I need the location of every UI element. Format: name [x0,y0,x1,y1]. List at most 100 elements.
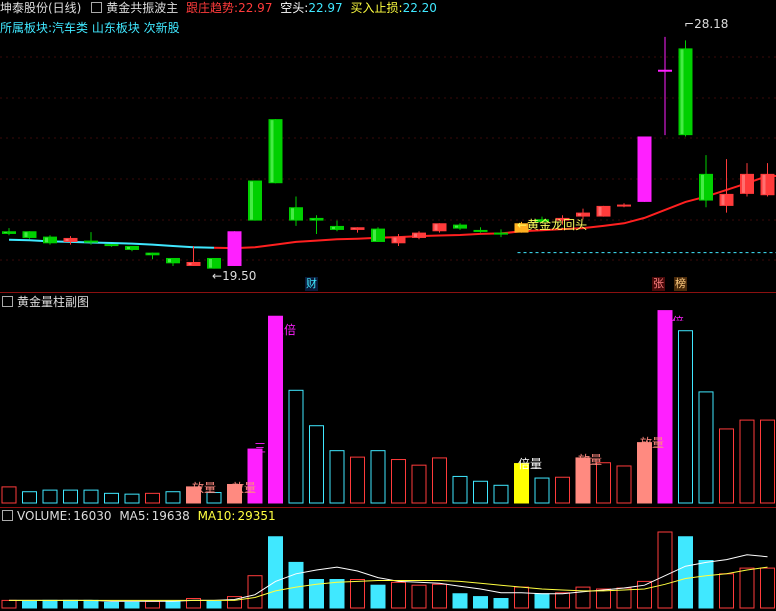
candle-highlight [455,225,458,228]
candle-body [473,229,488,232]
candle-body [637,136,652,202]
volume-bar [350,579,365,609]
candle-highlight [434,224,438,231]
candle-highlight [127,246,130,249]
volume-pane[interactable]: VOLUME: 16030 MA5: 19638 MA10: 29351 [0,507,776,611]
limit-up-marker[interactable]: 张 [652,277,665,291]
volume-bar [63,489,78,504]
volume-bar [698,391,714,504]
callout-label: ←黄金龙回头 [517,218,588,232]
candle-highlight [311,218,315,220]
volume-bar [719,573,734,609]
high-price-value: 28.18 [694,17,729,31]
volume-bar [288,561,304,609]
volume-bar [678,536,693,609]
volume-bar [739,567,755,609]
finance-marker[interactable]: 财 [305,277,318,291]
volume-bar [616,465,632,504]
candle-highlight [209,258,212,268]
candle-body [227,231,242,266]
volume-label: VOLUME: [17,509,72,523]
volume-bar [432,583,447,609]
volume-bar [534,477,550,504]
indicator-name[interactable]: 黄金共振波主 [106,1,178,15]
volume-bar [165,491,181,504]
candle-highlight [332,226,335,229]
volume-bar [63,599,78,609]
main-chart-pane[interactable]: 坤泰股份(日线) 黄金共振波主 跟庄趋势:22.97 空头:22.97 买入止损… [0,0,776,293]
candle-highlight [270,120,274,183]
volume-bar [268,315,283,504]
candle-highlight [352,228,356,229]
candle-highlight [291,208,294,220]
volume-bar [145,600,160,609]
volume-bar [493,484,509,504]
candle-body [494,232,508,235]
ma5-line [9,554,768,602]
candle-highlight [250,181,253,220]
candle-highlight [680,49,684,135]
ma5-label: MA5: [119,509,150,523]
golden-volume-chart[interactable] [0,293,776,507]
candlestick-chart[interactable] [0,0,776,293]
candle-highlight [373,229,376,241]
volume-bar [268,536,283,609]
volume-bar [514,586,529,609]
volume-bar [637,442,652,504]
volume-bar [391,459,406,504]
volume-bar [473,596,488,609]
volume-bar [739,419,755,504]
volume-bar [657,531,673,609]
volume-bar [145,492,160,504]
volume-bar-subchart[interactable]: 黄金量柱副图 三倍 三倍 三 放量 放量 倍量 放量 放量 [0,293,776,507]
candle-body [617,204,631,207]
volume-bar [22,600,37,609]
low-price-value: 19.50 [222,269,257,283]
volume-bar [555,592,570,609]
candle-highlight [65,238,69,241]
volume-bar [411,584,427,609]
volume-bar [719,428,734,504]
volume-bar [309,425,324,504]
short-label: 空头: [280,1,309,15]
stock-title: 坤泰股份(日线) [0,1,82,15]
sector-list[interactable]: 汽车类 山东板块 次新股 [52,21,180,35]
volume-up-label-3: 放量 [578,453,603,467]
volume-bar [83,489,99,504]
volume-bar [534,593,550,609]
candle-highlight [4,232,7,233]
candle-body [104,244,119,247]
ranking-marker[interactable]: 榜 [674,277,687,291]
sub-title[interactable]: 黄金量柱副图 [17,295,89,309]
volume-bar [104,601,119,609]
candle-highlight [147,253,151,255]
settings-square-icon[interactable] [2,296,13,307]
sub-header: 黄金量柱副图 [0,294,93,310]
volume-bar [391,581,406,609]
candle-highlight [742,174,745,193]
candle-highlight [188,262,192,265]
volume-bar [411,464,427,504]
volume-up-label-2: 放量 [232,481,257,495]
volume-bar [329,450,345,504]
volume-bar [616,587,632,609]
volume-bar [22,491,37,504]
ma5-value: 19638 [151,509,190,523]
settings-square-icon[interactable] [91,2,103,13]
volume-bar [206,600,222,609]
candle-body [84,240,98,243]
volume-bar [124,601,140,609]
settings-square-icon[interactable] [2,510,13,521]
volume-up-label-1: 放量 [192,481,217,495]
volume-bar [555,476,570,504]
double-volume-label: 倍量 [518,457,543,471]
volume-bar [104,492,119,504]
volume-bar [370,584,386,609]
volume-bar [596,588,611,609]
volume-bar [452,593,468,609]
three-label: 三 [254,441,267,455]
short-value: 22.97 [308,1,343,15]
candle-highlight [762,174,766,195]
candle-highlight [24,232,28,237]
volume-bar [657,310,673,504]
